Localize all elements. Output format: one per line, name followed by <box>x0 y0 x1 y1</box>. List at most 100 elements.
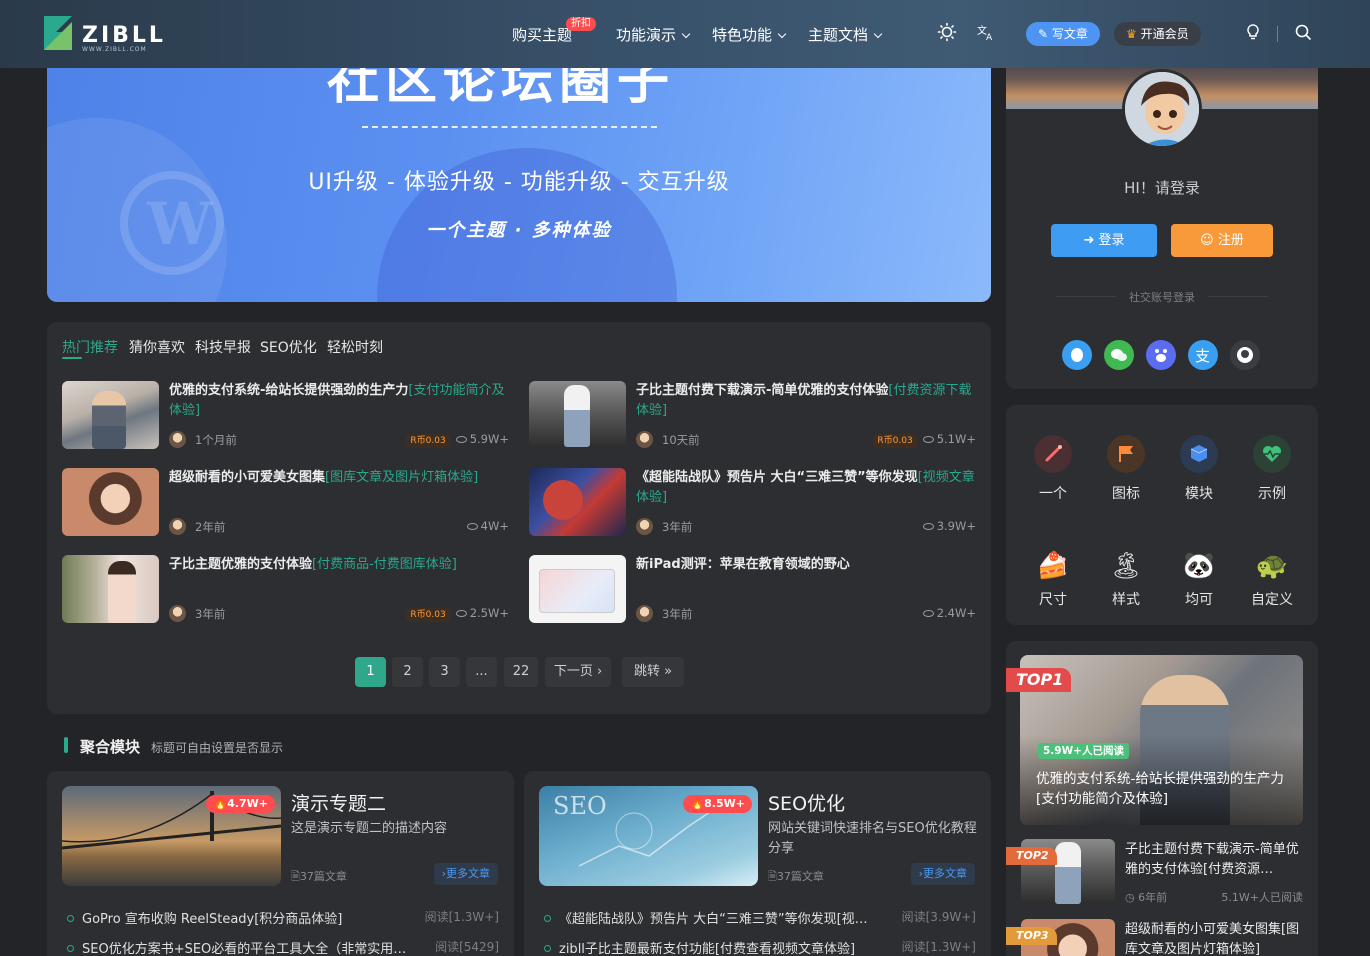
page-22-button[interactable]: 22 <box>504 657 538 687</box>
price-badge: R币0.03 <box>406 434 450 448</box>
post-meta: 3年前 R币0.03 2.5W+ <box>169 605 509 622</box>
login-button[interactable]: ➜ 登录 <box>1051 224 1157 257</box>
wechat-icon[interactable] <box>1104 340 1134 370</box>
alipay-icon[interactable]: 支 <box>1188 340 1218 370</box>
icon-grid-item[interactable]: 🐢 自定义 <box>1237 547 1307 609</box>
page-3-button[interactable]: 3 <box>429 657 460 687</box>
topic-list-item[interactable]: 《超能陆战队》预告片 大白“三难三赞”等你发现[视… 阅读[3.9W+] <box>544 908 976 927</box>
panda-icon: 🐼 <box>1182 551 1216 581</box>
github-icon[interactable] <box>1230 340 1260 370</box>
icon-grid-item[interactable]: 🐼 均可 <box>1164 547 1234 609</box>
write-post-button[interactable]: ✎ 写文章 <box>1026 22 1100 46</box>
post-item[interactable]: 新iPad测评：苹果在教育领域的野心 3年前 2.4W+ <box>529 555 977 625</box>
tab-relax[interactable]: 轻松时刻 <box>327 337 383 357</box>
nav-features[interactable]: 特色功能 <box>712 24 787 45</box>
eye-icon <box>922 610 934 617</box>
topic-name[interactable]: 演示专题二 <box>291 789 386 816</box>
post-title[interactable]: 子比主题优雅的支付体验[付费商品-付费图库体验] <box>169 555 509 575</box>
topic-cover[interactable]: 🔥4.7W+ <box>62 786 281 886</box>
more-posts-button[interactable]: ›更多文章 <box>433 863 498 885</box>
crown-icon: ♛ <box>1126 27 1141 41</box>
nav-demo[interactable]: 功能演示 <box>616 24 691 45</box>
more-posts-button[interactable]: ›更多文章 <box>910 863 975 885</box>
author-avatar[interactable] <box>636 518 653 535</box>
baidu-icon[interactable] <box>1146 340 1176 370</box>
translate-icon[interactable]: 文 A <box>976 22 996 42</box>
post-thumbnail[interactable] <box>62 468 159 536</box>
post-thumbnail[interactable] <box>529 468 626 536</box>
nav-docs[interactable]: 主题文档 <box>808 24 883 45</box>
icon-grid-item[interactable]: 示例 <box>1237 435 1307 503</box>
topic-list-item[interactable]: zibll子比主题最新支付功能[付费查看视频文章体验] 阅读[1.3W+] <box>544 938 976 956</box>
vip-button[interactable]: ♛ 开通会员 <box>1114 22 1201 46</box>
rank-meta: ◷ 6年前 5.1W+人已阅读 <box>1125 891 1303 904</box>
rank-title[interactable]: 子比主题付费下载演示-简单优雅的支付体验[付费资源… <box>1125 840 1305 880</box>
post-title[interactable]: 优雅的支付系统-给站长提供强劲的生产力[支付功能简介及体验] <box>169 381 509 421</box>
fire-icon: 🔥 <box>213 797 228 810</box>
topic-name[interactable]: SEO优化 <box>768 789 845 816</box>
banner-slogan: 一个主题 · 多种体验 <box>426 220 612 241</box>
post-thumbnail[interactable] <box>62 381 159 449</box>
bulb-icon[interactable] <box>1243 22 1263 42</box>
avatar[interactable] <box>1122 69 1202 149</box>
island-icon: 🏝 <box>1109 551 1143 581</box>
rank-tag-top2: TOP2 <box>1006 847 1057 865</box>
topic-list-item[interactable]: SEO优化方案书+SEO必看的平台工具大全（非常实用… 阅读[5429] <box>67 938 499 956</box>
icon-grid-item[interactable]: 🍰 尺寸 <box>1018 547 1088 609</box>
post-title[interactable]: 超级耐看的小可爱美女图集[图库文章及图片灯箱体验] <box>169 468 509 488</box>
hero-banner[interactable]: W 社区论坛圈子 UI升级 - 体验升级 - 功能升级 - 交互升级 一个主题 … <box>47 58 991 302</box>
post-thumbnail[interactable] <box>529 381 626 449</box>
post-item[interactable]: 子比主题优雅的支付体验[付费商品-付费图库体验] 3年前 R币0.03 2.5W+ <box>62 555 510 625</box>
author-avatar[interactable] <box>169 518 186 535</box>
icon-grid-item[interactable]: 🏝 样式 <box>1091 547 1161 609</box>
author-avatar[interactable] <box>636 431 653 448</box>
post-title[interactable]: 新iPad测评：苹果在教育领域的野心 <box>636 555 976 575</box>
post-item[interactable]: 子比主题付费下载演示-简单优雅的支付体验[付费资源下载体验] 10天前 R币0.… <box>529 381 977 451</box>
svg-text:支: 支 <box>1195 347 1210 365</box>
rank-title[interactable]: 优雅的支付系统-给站长提供强劲的生产力[支付功能简介及体验] <box>1036 769 1291 809</box>
rank-title[interactable]: 超级耐看的小可爱美女图集[图库文章及图片灯箱体验] <box>1125 920 1305 956</box>
post-meta: 10天前 R币0.03 5.1W+ <box>636 431 976 448</box>
banner-divider <box>362 126 657 128</box>
pencil-icon: ✎ <box>1038 27 1052 41</box>
logo-mark-icon <box>44 16 72 50</box>
post-thumbnail[interactable] <box>62 555 159 623</box>
post-thumbnail[interactable] <box>529 555 626 623</box>
icon-grid-item[interactable]: 图标 <box>1091 435 1161 503</box>
topic-desc: 网站关键词快速排名与SEO优化教程分享 <box>768 821 977 856</box>
tab-seo[interactable]: SEO优化 <box>260 337 317 357</box>
jump-page-button[interactable]: 跳转 » <box>622 657 684 687</box>
author-avatar[interactable] <box>169 431 186 448</box>
post-item[interactable]: 《超能陆战队》预告片 大白“三难三赞”等你发现[视频文章体验] 3年前 3.9W… <box>529 468 977 538</box>
post-title[interactable]: 子比主题付费下载演示-简单优雅的支付体验[付费资源下载体验] <box>636 381 976 421</box>
topic-list-item[interactable]: GoPro 宣布收购 ReelSteady[积分商品体验] 阅读[1.3W+] <box>67 908 499 927</box>
post-title[interactable]: 《超能陆战队》预告片 大白“三难三赞”等你发现[视频文章体验] <box>636 468 976 508</box>
nav-buy-theme[interactable]: 购买主题 <box>512 24 572 45</box>
theme-toggle-icon[interactable] <box>937 22 957 42</box>
site-logo[interactable]: ZIBLL WWW.ZIBLL.COM <box>42 16 182 53</box>
icon-grid-item[interactable]: 一个 <box>1018 435 1088 503</box>
user-login-card: HI！请登录 ➜ 登录 ☺ 注册 社交账号登录 支 <box>1006 44 1318 389</box>
page-1-button[interactable]: 1 <box>355 657 386 687</box>
section-subtitle: 标题可自由设置是否显示 <box>151 741 284 755</box>
flag-icon <box>1107 435 1145 473</box>
search-icon[interactable] <box>1293 22 1313 42</box>
svg-text:A: A <box>986 33 993 42</box>
post-item[interactable]: 超级耐看的小可爱美女图集[图库文章及图片灯箱体验] 2年前 4W+ <box>62 468 510 538</box>
topic-cover[interactable]: SEO 🔥8.5W+ <box>539 786 758 886</box>
tab-tech[interactable]: 科技早报 <box>195 337 251 357</box>
post-item[interactable]: 优雅的支付系统-给站长提供强劲的生产力[支付功能简介及体验] 1个月前 R币0.… <box>62 381 510 451</box>
page-2-button[interactable]: 2 <box>392 657 423 687</box>
ranking-card: 5.9W+人已阅读 优雅的支付系统-给站长提供强劲的生产力[支付功能简介及体验]… <box>1006 641 1318 956</box>
tab-guess[interactable]: 猜你喜欢 <box>129 337 185 357</box>
top-header: ZIBLL WWW.ZIBLL.COM 购买主题 折扣 功能演示 特色功能 主题… <box>0 0 1370 68</box>
topic-post-count: 🗎37篇文章 <box>291 870 347 883</box>
register-button[interactable]: ☺ 注册 <box>1171 224 1273 257</box>
tab-hot[interactable]: 热门推荐 <box>62 337 118 357</box>
next-page-button[interactable]: 下一页 › <box>545 657 611 687</box>
author-avatar[interactable] <box>169 605 186 622</box>
icon-grid-item[interactable]: 模块 <box>1164 435 1234 503</box>
topic-card: 🔥4.7W+ 演示专题二 这是演示专题二的描述内容 🗎37篇文章 ›更多文章 G… <box>47 771 514 956</box>
author-avatar[interactable] <box>636 605 653 622</box>
qq-icon[interactable] <box>1062 340 1092 370</box>
